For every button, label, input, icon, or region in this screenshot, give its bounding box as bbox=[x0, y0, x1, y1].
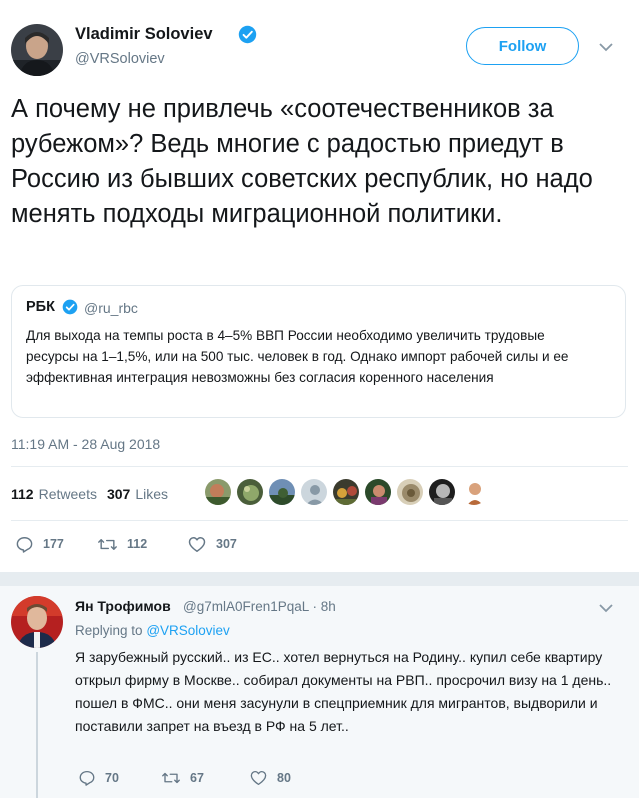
like-count: 307 bbox=[216, 537, 237, 551]
replying-to-label: Replying to bbox=[75, 623, 143, 638]
like-button[interactable]: 80 bbox=[249, 767, 291, 789]
reply-author-name[interactable]: Ян Трофимов bbox=[75, 598, 171, 614]
main-tweet: Vladimir Soloviev @VRSoloviev Follow А п… bbox=[0, 0, 639, 572]
retweet-count: 67 bbox=[190, 771, 204, 785]
author-name[interactable]: Vladimir Soloviev bbox=[75, 25, 213, 44]
liker-avatar[interactable] bbox=[364, 478, 392, 506]
reply-button[interactable]: 177 bbox=[15, 533, 64, 555]
likes-label[interactable]: Likes bbox=[135, 486, 168, 502]
reply-text: Я зарубежный русский.. из ЕС.. хотел вер… bbox=[75, 649, 612, 734]
retweet-count: 112 bbox=[127, 537, 148, 551]
liker-avatar[interactable] bbox=[428, 478, 456, 506]
retweet-button[interactable]: 67 bbox=[161, 767, 204, 789]
reply-author-avatar[interactable] bbox=[11, 596, 63, 648]
retweets-count[interactable]: 112 bbox=[11, 486, 34, 502]
liker-avatar[interactable] bbox=[396, 478, 424, 506]
liker-avatar[interactable] bbox=[268, 478, 296, 506]
reply-button[interactable]: 70 bbox=[78, 767, 119, 789]
retweet-icon bbox=[162, 772, 180, 784]
divider bbox=[11, 520, 628, 521]
quoted-verified-badge-icon bbox=[62, 299, 78, 315]
heart-icon bbox=[188, 536, 206, 552]
reply-meta: @g7mlA0Fren1PqaL · 8h bbox=[183, 599, 336, 614]
likes-count[interactable]: 307 bbox=[107, 486, 130, 502]
liker-avatar[interactable] bbox=[460, 478, 488, 506]
chevron-down-icon[interactable] bbox=[598, 601, 614, 613]
quoted-author-name: РБК bbox=[26, 299, 55, 315]
quoted-tweet[interactable]: РБК @ru_rbc Для выхода на темпы роста в … bbox=[11, 285, 626, 418]
author-avatar[interactable] bbox=[11, 24, 63, 76]
reply-author-handle[interactable]: @g7mlA0Fren1PqaL bbox=[183, 599, 309, 614]
engagement-stats: 112 Retweets 307 Likes bbox=[11, 484, 168, 504]
quoted-text: Для выхода на темпы роста в 4–5% ВВП Рос… bbox=[26, 328, 569, 385]
section-separator bbox=[0, 572, 639, 586]
tweet-text: А почему не привлечь «соотечественников … bbox=[11, 95, 593, 228]
divider bbox=[11, 466, 628, 467]
heart-icon bbox=[250, 770, 267, 786]
reply-icon bbox=[79, 770, 95, 786]
reply-icon bbox=[16, 536, 33, 553]
liker-avatar[interactable] bbox=[332, 478, 360, 506]
chevron-down-icon[interactable] bbox=[598, 40, 614, 52]
reply-count: 177 bbox=[43, 537, 64, 551]
reply-time[interactable]: · 8h bbox=[313, 599, 336, 614]
quoted-author-handle: @ru_rbc bbox=[84, 300, 138, 316]
follow-button[interactable]: Follow bbox=[466, 27, 579, 65]
reply-tweet[interactable]: Ян Трофимов @g7mlA0Fren1PqaL · 8h Replyi… bbox=[0, 586, 639, 798]
like-count: 80 bbox=[277, 771, 291, 785]
retweet-button[interactable]: 112 bbox=[97, 533, 147, 555]
author-handle[interactable]: @VRSoloviev bbox=[75, 51, 165, 67]
retweet-icon bbox=[98, 538, 117, 550]
verified-badge-icon bbox=[238, 25, 257, 44]
replying-to: Replying to @VRSoloviev bbox=[75, 623, 230, 638]
thread-line bbox=[36, 652, 38, 798]
like-button[interactable]: 307 bbox=[187, 533, 237, 555]
retweets-label[interactable]: Retweets bbox=[39, 486, 97, 502]
liker-avatar[interactable] bbox=[236, 478, 264, 506]
liker-avatar[interactable] bbox=[204, 478, 232, 506]
liker-avatar[interactable] bbox=[300, 478, 328, 506]
timestamp[interactable]: 11:19 AM - 28 Aug 2018 bbox=[11, 436, 160, 452]
replying-to-mention[interactable]: @VRSoloviev bbox=[146, 623, 230, 638]
reply-count: 70 bbox=[105, 771, 119, 785]
